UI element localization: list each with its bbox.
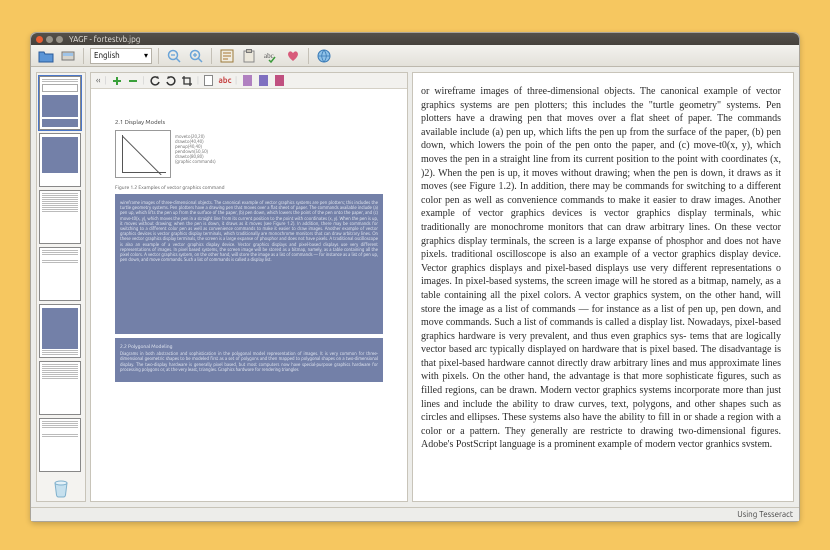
close-icon[interactable] bbox=[36, 36, 43, 43]
scanner-icon[interactable] bbox=[59, 47, 77, 65]
preview-block2-body: Diagrams in both abstraction and sophist… bbox=[120, 351, 378, 372]
thumbnail-4[interactable] bbox=[39, 247, 81, 301]
thumbnail-7[interactable] bbox=[39, 418, 81, 472]
clipboard-icon[interactable] bbox=[240, 47, 258, 65]
thumbnail-1[interactable] bbox=[39, 76, 81, 130]
page-preview-panel: ‹‹ | | | abc | 2.1 Display Models bbox=[90, 72, 408, 502]
preview-block2-title: 2.2 Polygonal Modeling bbox=[120, 344, 378, 349]
preview-text-block-1[interactable]: wireframe images of three-dimensional ob… bbox=[115, 194, 383, 334]
titlebar[interactable]: YAGF - fortestvb.jpg bbox=[31, 33, 799, 45]
block-c-icon[interactable] bbox=[273, 75, 285, 87]
recognize-icon[interactable] bbox=[218, 47, 236, 65]
thumbnail-2[interactable] bbox=[39, 133, 81, 187]
page-preview[interactable]: 2.1 Display Models moveto(20,20) drawto(… bbox=[91, 89, 407, 501]
block-a-icon[interactable] bbox=[241, 75, 253, 87]
ocr-output-panel[interactable]: or wireframe images of three-dimensional… bbox=[412, 72, 794, 502]
spellcheck-icon[interactable]: abc bbox=[262, 47, 280, 65]
trash-icon[interactable] bbox=[50, 476, 72, 498]
preview-toolbar: ‹‹ | | | abc | bbox=[91, 73, 407, 89]
chevron-down-icon: ▾ bbox=[144, 51, 148, 60]
window-title: YAGF - fortestvb.jpg bbox=[69, 35, 140, 44]
statusbar: Using Tesseract bbox=[31, 507, 799, 521]
preview-figure: moveto(20,20) drawto(40,40) penup(40,40)… bbox=[115, 130, 383, 178]
block-b-icon[interactable] bbox=[257, 75, 269, 87]
page-icon[interactable] bbox=[203, 75, 215, 87]
preview-figure-caption: Figure 1.2 Examples of vector graphics c… bbox=[115, 184, 383, 190]
language-select[interactable]: English ▾ bbox=[90, 48, 152, 64]
crop-icon[interactable] bbox=[181, 75, 193, 87]
status-text: Using Tesseract bbox=[737, 510, 793, 519]
preview-text-block-2[interactable]: 2.2 Polygonal Modeling Diagrams in both … bbox=[115, 338, 383, 382]
thumbnail-panel bbox=[36, 72, 86, 502]
preview-figure-legend: moveto(20,20) drawto(40,40) penup(40,40)… bbox=[175, 130, 383, 178]
thumbnail-5[interactable] bbox=[39, 304, 81, 358]
maximize-icon[interactable] bbox=[56, 36, 63, 43]
rotate-ccw-icon[interactable] bbox=[149, 75, 161, 87]
main-toolbar: English ▾ abc bbox=[31, 45, 799, 67]
minus-icon[interactable] bbox=[127, 75, 139, 87]
thumbnail-3[interactable] bbox=[39, 190, 81, 244]
separator bbox=[158, 48, 159, 64]
globe-icon[interactable] bbox=[315, 47, 333, 65]
language-label: English bbox=[94, 51, 120, 60]
window-controls bbox=[36, 36, 63, 43]
heart-icon[interactable] bbox=[284, 47, 302, 65]
preview-section-heading: 2.1 Display Models bbox=[115, 119, 383, 126]
thumbnail-list bbox=[39, 76, 83, 472]
open-file-icon[interactable] bbox=[37, 47, 55, 65]
minimize-icon[interactable] bbox=[46, 36, 53, 43]
zoom-out-icon[interactable] bbox=[165, 47, 183, 65]
thumbnail-6[interactable] bbox=[39, 361, 81, 415]
ocr-text: or wireframe images of three-dimensional… bbox=[421, 86, 781, 450]
separator bbox=[308, 48, 309, 64]
prev-page-icon[interactable]: ‹‹ bbox=[96, 76, 101, 85]
body-area: ‹‹ | | | abc | 2.1 Display Models bbox=[31, 67, 799, 507]
separator bbox=[83, 48, 84, 64]
svg-text:abc: abc bbox=[264, 52, 274, 60]
preview-figure-plot bbox=[115, 130, 171, 178]
plus-icon[interactable] bbox=[111, 75, 123, 87]
app-window: YAGF - fortestvb.jpg English ▾ abc bbox=[30, 32, 800, 522]
text-icon[interactable]: abc bbox=[219, 75, 231, 87]
rotate-cw-icon[interactable] bbox=[165, 75, 177, 87]
separator bbox=[211, 48, 212, 64]
zoom-in-icon[interactable] bbox=[187, 47, 205, 65]
